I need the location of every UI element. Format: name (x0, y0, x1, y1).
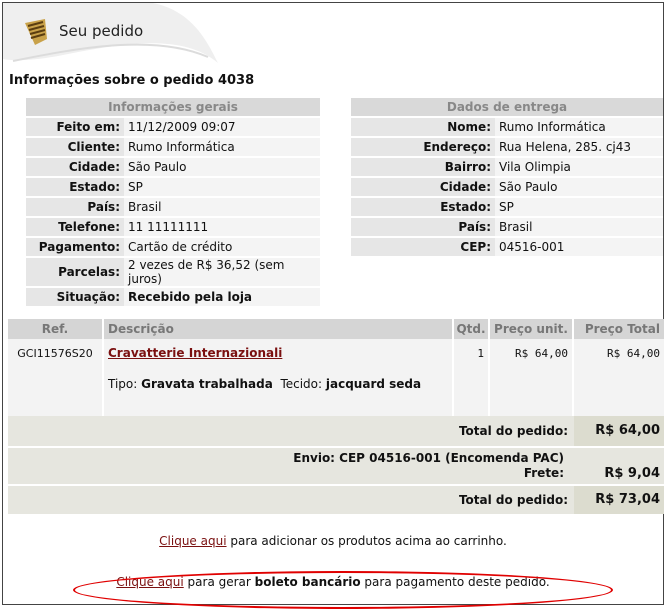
order-window: Seu pedido Informações sobre o pedido 40… (2, 2, 664, 609)
info-value: Brasil (495, 218, 663, 236)
add-to-cart-message: Clique aqui para adicionar os produtos a… (3, 534, 663, 548)
info-value: São Paulo (495, 178, 663, 196)
info-row: CEP: 04516-001 (351, 238, 663, 256)
tipo-value: Gravata trabalhada (141, 377, 273, 391)
item-total-price: R$ 64,00 (607, 347, 660, 360)
info-row: Nome: Rumo Informática (351, 118, 663, 136)
order-items-table: Ref. Descrição Qtd. Preço unit. Preço To… (8, 319, 664, 514)
item-attributes: Tipo: Gravata trabalhada Tecido: jacquar… (108, 377, 452, 391)
info-row: País: Brasil (351, 218, 663, 236)
info-value: 11/12/2009 09:07 (124, 118, 320, 136)
info-row: Endereço: Rua Helena, 285. cj43 (351, 138, 663, 156)
freight-value: R$ 9,04 (604, 466, 660, 481)
freight-label: Frete: (523, 466, 564, 480)
tecido-label: Tecido: (280, 377, 323, 391)
shipping-line: Envio: CEP 04516-001 (Encomenda PAC) (293, 451, 564, 465)
add-to-cart-text: para adicionar os produtos acima ao carr… (226, 534, 507, 548)
item-unit-price: R$ 64,00 (490, 339, 574, 416)
info-value: 11 11111111 (124, 218, 320, 236)
tipo-label: Tipo: (108, 377, 138, 391)
info-value: Cartão de crédito (124, 238, 320, 256)
subtotal-value: R$ 64,00 (574, 416, 664, 446)
info-row: País: Brasil (26, 198, 320, 216)
info-label: Estado: (351, 198, 495, 216)
page-header: Seu pedido (3, 3, 663, 65)
info-value: SP (495, 198, 663, 216)
subtotal-label: Total do pedido: (458, 424, 568, 438)
totals-section: Total do pedido: R$ 64,00 Envio: CEP 045… (8, 416, 664, 514)
total-row: Total do pedido: R$ 73,04 (8, 486, 664, 514)
delivery-info-title: Dados de entrega (351, 98, 663, 116)
info-value: SP (124, 178, 320, 196)
info-row: Estado: SP (26, 178, 320, 196)
page-title: Seu pedido (59, 22, 144, 40)
info-label: País: (26, 198, 124, 216)
col-unit-header: Preço unit. (490, 319, 574, 339)
info-value: Rua Helena, 285. cj43 (495, 138, 663, 156)
product-link[interactable]: Cravatterie Internazionali (108, 346, 282, 360)
info-row: Cidade: São Paulo (26, 158, 320, 176)
col-desc-header: Descrição (104, 319, 454, 339)
info-label: Pagamento: (26, 238, 124, 256)
info-row: Cidade: São Paulo (351, 178, 663, 196)
info-label: Endereço: (351, 138, 495, 156)
total-value: R$ 73,04 (574, 486, 664, 514)
shipping-row: Envio: CEP 04516-001 (Encomenda PAC) Fre… (8, 448, 664, 486)
info-value: 04516-001 (495, 238, 663, 256)
tecido-value: jacquard seda (325, 377, 422, 391)
info-label: Estado: (26, 178, 124, 196)
items-header-row: Ref. Descrição Qtd. Preço unit. Preço To… (8, 319, 664, 339)
info-value: Brasil (124, 198, 320, 216)
info-label: Feito em: (26, 118, 124, 136)
info-value: Rumo Informática (495, 118, 663, 136)
info-value: São Paulo (124, 158, 320, 176)
info-value: 2 vezes de R$ 36,52 (sem juros) (124, 258, 320, 286)
info-label: CEP: (351, 238, 495, 256)
info-row: Situação: Recebido pela loja (26, 288, 320, 306)
info-row: Parcelas: 2 vezes de R$ 36,52 (sem juros) (26, 258, 320, 286)
col-ref-header: Ref. (8, 319, 104, 339)
general-info-table: Informações gerais Feito em: 11/12/2009 0… (26, 96, 320, 308)
info-row: Bairro: Vila Olimpia (351, 158, 663, 176)
info-label: Cidade: (26, 158, 124, 176)
subtotal-row: Total do pedido: R$ 64,00 (8, 416, 664, 448)
info-row: Pagamento: Cartão de crédito (26, 238, 320, 256)
delivery-info-table: Dados de entrega Nome: Rumo Informática E… (351, 96, 663, 258)
col-qty-header: Qtd. (454, 319, 490, 339)
table-row: GCI11576S20 Cravatterie Internazionali T… (8, 339, 664, 416)
info-label: País: (351, 218, 495, 236)
add-to-cart-link[interactable]: Clique aqui (159, 534, 226, 548)
info-row: Feito em: 11/12/2009 09:07 (26, 118, 320, 136)
item-qty: 1 (454, 339, 490, 416)
info-value: Rumo Informática (124, 138, 320, 156)
order-heading: Informações sobre o pedido 4038 (9, 73, 255, 88)
status-value: Recebido pela loja (124, 288, 320, 306)
logo-icon (25, 19, 47, 45)
total-label: Total do pedido: (458, 493, 568, 507)
info-label: Cliente: (26, 138, 124, 156)
item-ref: GCI11576S20 (8, 339, 104, 416)
info-row: Estado: SP (351, 198, 663, 216)
info-value: Vila Olimpia (495, 158, 663, 176)
info-label: Telefone: (26, 218, 124, 236)
item-description: Cravatterie Internazionali Tipo: Gravata… (104, 339, 454, 416)
info-row: Cliente: Rumo Informática (26, 138, 320, 156)
info-label: Cidade: (351, 178, 495, 196)
info-label: Parcelas: (26, 258, 124, 286)
info-label: Situação: (26, 288, 124, 306)
col-total-header: Preço Total (584, 322, 660, 336)
info-label: Nome: (351, 118, 495, 136)
info-row: Telefone: 11 11111111 (26, 218, 320, 236)
general-info-title: Informações gerais (26, 98, 320, 116)
highlight-ellipse (73, 571, 613, 609)
info-label: Bairro: (351, 158, 495, 176)
